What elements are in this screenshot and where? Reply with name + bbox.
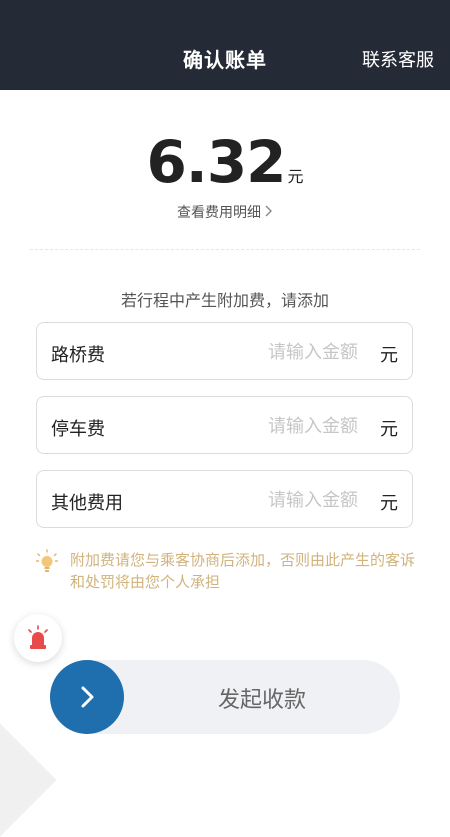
corner-shade [0,723,57,837]
top-bar: 确认账单 联系客服 [0,0,450,90]
fee-notice-text: 附加费请您与乘客协商后添加，否则由此产生的客诉和处罚将由您个人承担 [70,551,416,591]
parking-fee-unit: 元 [380,419,398,440]
parking-fee-label: 停车费 [51,419,105,440]
start-payment-slider[interactable]: 发起收款 [50,660,400,734]
other-fee-row: 其他费用 元 [36,470,413,528]
start-payment-label: 发起收款 [217,688,306,713]
parking-fee-input[interactable] [206,411,360,441]
slider-knob[interactable] [50,660,124,734]
lightbulb-icon [35,549,59,575]
extra-fee-hint: 若行程中产生附加费，请添加 [120,291,329,310]
bill-amount: 6.32 元 [0,128,450,196]
toll-fee-unit: 元 [380,345,398,366]
amount-value: 6.32 [146,128,286,196]
other-fee-input[interactable] [206,485,360,515]
chevron-right-icon [81,686,94,708]
chevron-right-icon [265,205,273,221]
amount-currency: 元 [287,167,304,186]
fee-detail-label: 查看费用明细 [177,205,261,221]
contact-support-button[interactable]: 联系客服 [362,46,434,72]
other-fee-label: 其他费用 [51,493,123,514]
toll-fee-row: 路桥费 元 [36,322,413,380]
other-fee-unit: 元 [380,493,398,514]
alarm-siren-icon [14,625,62,666]
toll-fee-input[interactable] [206,337,360,367]
toll-fee-label: 路桥费 [51,345,105,366]
emergency-alarm-button[interactable] [14,614,62,662]
parking-fee-row: 停车费 元 [36,396,413,454]
fee-detail-link[interactable]: 查看费用明细 [0,202,450,222]
divider [30,249,420,250]
